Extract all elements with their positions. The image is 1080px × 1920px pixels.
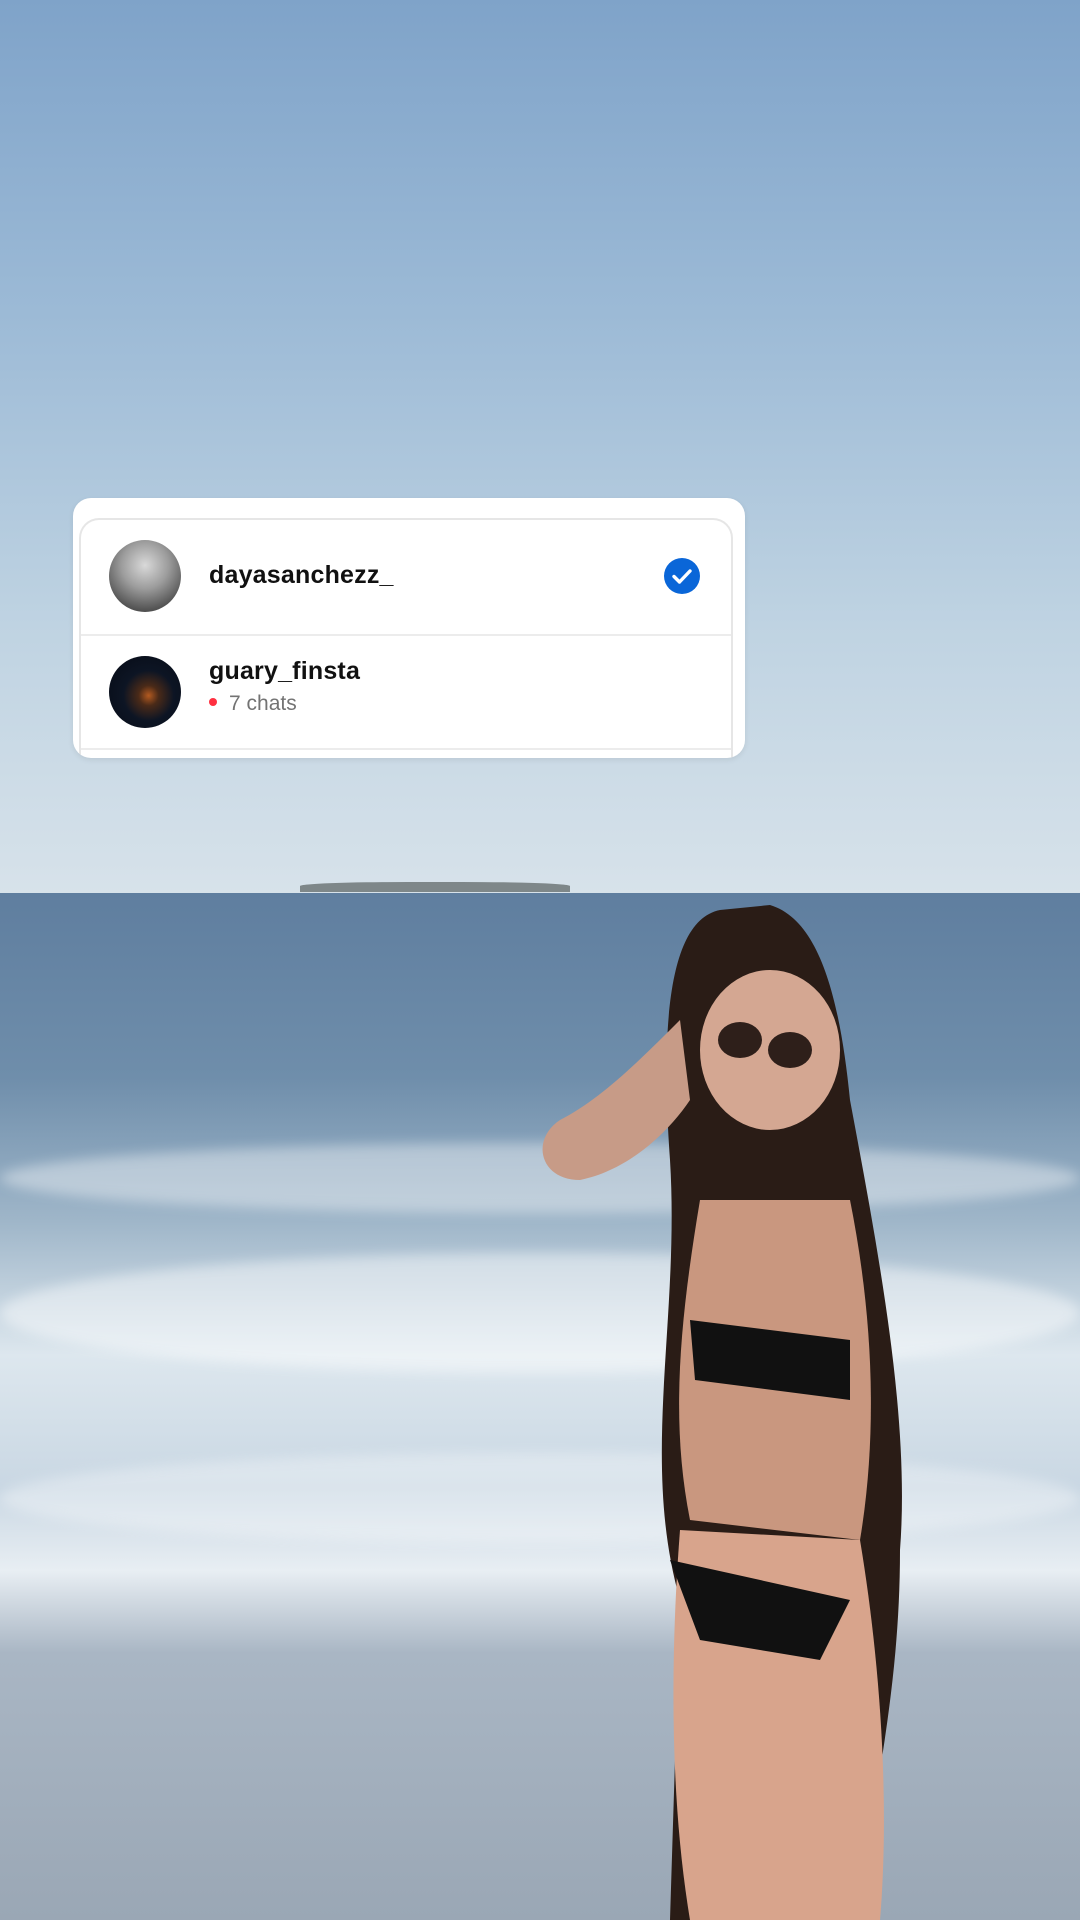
sky [0,0,1080,893]
chats-count: 7 chats [229,692,297,715]
story-background-photo [0,0,1080,1920]
account-username: guary_finsta [209,657,361,685]
account-switcher-card: dayasanchezz_ guary_finsta 7 chats [73,498,745,758]
account-row-guary-finsta[interactable]: guary_finsta 7 chats [81,634,731,750]
person-photo [542,905,902,1920]
account-list: dayasanchezz_ guary_finsta 7 chats [79,518,733,758]
distant-island [300,882,570,892]
account-row-dayasanchezz[interactable]: dayasanchezz_ [81,520,731,636]
notification-dot-icon [209,698,217,707]
account-username: dayasanchezz_ [209,561,394,589]
profile-photo-icon [109,656,181,728]
profile-photo-icon [109,540,181,612]
checkmark-icon [664,558,700,594]
unread-chats-indicator: 7 chats [209,692,297,716]
